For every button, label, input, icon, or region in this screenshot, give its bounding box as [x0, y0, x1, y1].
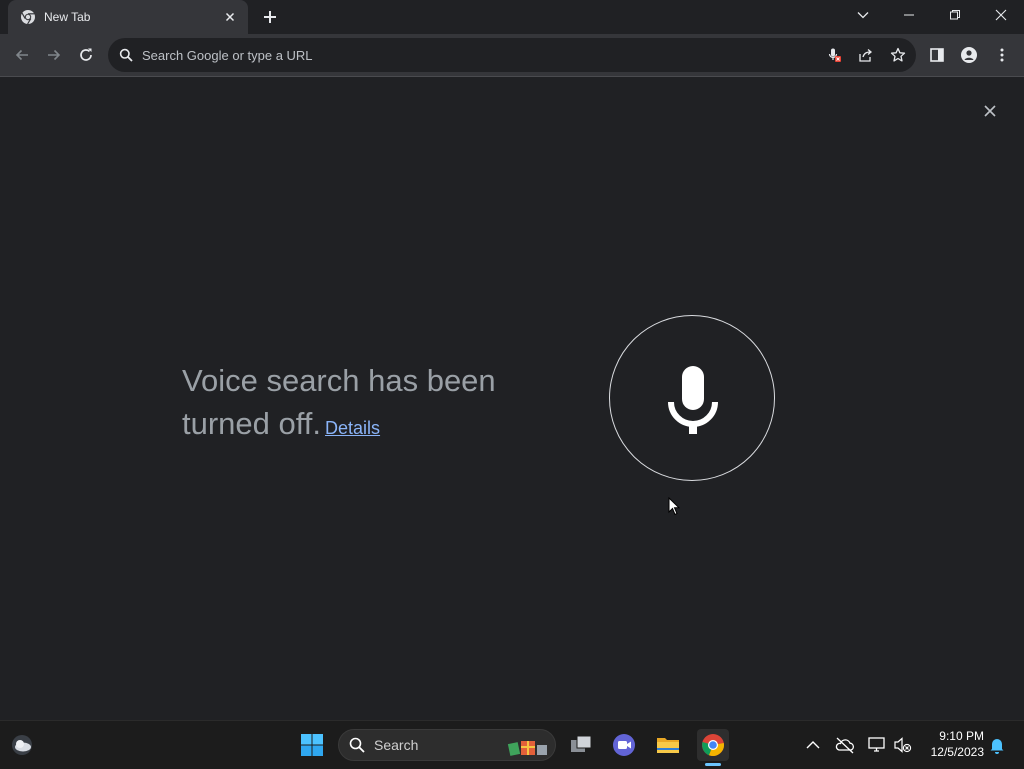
mic-blocked-icon[interactable]: [826, 47, 842, 63]
profile-icon: [961, 47, 977, 63]
profile-button[interactable]: [953, 39, 985, 71]
volume-muted-icon: [894, 737, 912, 753]
tab-strip: New Tab: [0, 0, 1024, 34]
taskbar-search[interactable]: Search: [338, 729, 556, 761]
side-panel-icon: [930, 48, 944, 62]
close-icon: [225, 12, 235, 22]
chrome-icon: [702, 734, 724, 756]
chrome-taskbar-button[interactable]: [697, 729, 729, 761]
chat-icon: [613, 734, 635, 756]
voice-search-overlay: Voice search has been turned off. Details: [0, 77, 1024, 720]
restore-button[interactable]: [932, 0, 978, 32]
search-icon: [119, 48, 133, 62]
taskbar-clock[interactable]: 9:10 PM 12/5/2023: [918, 728, 984, 760]
plus-icon: [264, 11, 276, 23]
close-icon: [984, 105, 996, 117]
tab-search-button[interactable]: [840, 0, 886, 32]
address-input[interactable]: [142, 45, 792, 65]
minimize-button[interactable]: [886, 0, 932, 32]
chevron-down-icon: [857, 12, 869, 19]
start-button[interactable]: [296, 729, 328, 761]
onedrive-button[interactable]: [834, 734, 856, 756]
network-button[interactable]: [866, 734, 888, 756]
widgets-button[interactable]: [6, 729, 38, 761]
close-voice-search-button[interactable]: [978, 99, 1002, 123]
tab-close-button[interactable]: [222, 9, 238, 25]
mouse-cursor-icon: [668, 497, 680, 516]
back-button[interactable]: [6, 39, 38, 71]
show-hidden-icons-button[interactable]: [802, 734, 824, 756]
notifications-button[interactable]: [986, 734, 1008, 756]
network-icon: [868, 737, 885, 752]
clock-time: 9:10 PM: [939, 729, 984, 743]
chevron-up-icon: [806, 741, 820, 749]
forward-button[interactable]: [38, 39, 70, 71]
taskbar-search-label: Search: [374, 737, 419, 753]
restore-icon: [950, 10, 960, 20]
search-icon: [349, 737, 365, 753]
file-explorer-button[interactable]: [652, 729, 684, 761]
weather-icon: [12, 735, 32, 755]
tab-new-tab[interactable]: New Tab: [8, 0, 248, 34]
voice-search-message: Voice search has been turned off. Details: [182, 359, 562, 450]
arrow-left-icon: [15, 49, 28, 61]
search-highlight-icon: [507, 735, 551, 757]
windows-icon: [301, 734, 323, 756]
clock-date: 12/5/2023: [930, 745, 984, 759]
folder-icon: [657, 738, 679, 753]
details-link[interactable]: Details: [325, 418, 380, 438]
chrome-icon: [20, 9, 36, 25]
teams-chat-button[interactable]: [608, 729, 640, 761]
task-view-button[interactable]: [565, 729, 597, 761]
volume-button[interactable]: [892, 734, 914, 756]
menu-button[interactable]: [986, 39, 1018, 71]
reload-button[interactable]: [70, 39, 102, 71]
omnibox[interactable]: [108, 38, 916, 72]
reload-icon: [80, 48, 92, 61]
close-icon: [995, 9, 1007, 21]
share-icon[interactable]: [858, 47, 874, 63]
star-icon[interactable]: [890, 47, 906, 63]
task-view-icon: [571, 735, 592, 752]
bell-icon: [990, 739, 1004, 754]
microphone-icon: [668, 366, 718, 434]
new-tab-button[interactable]: [258, 5, 282, 29]
active-app-indicator: [705, 763, 721, 766]
toolbar: [0, 34, 1024, 77]
microphone-button[interactable]: [609, 315, 775, 481]
taskbar: Search: [0, 720, 1024, 769]
minimize-icon: [904, 14, 914, 16]
arrow-right-icon: [48, 49, 61, 61]
side-panel-button[interactable]: [921, 39, 953, 71]
tab-title: New Tab: [44, 10, 91, 24]
cloud-off-icon: [835, 737, 854, 754]
kebab-menu-icon: [1000, 48, 1004, 62]
close-window-button[interactable]: [978, 0, 1024, 32]
